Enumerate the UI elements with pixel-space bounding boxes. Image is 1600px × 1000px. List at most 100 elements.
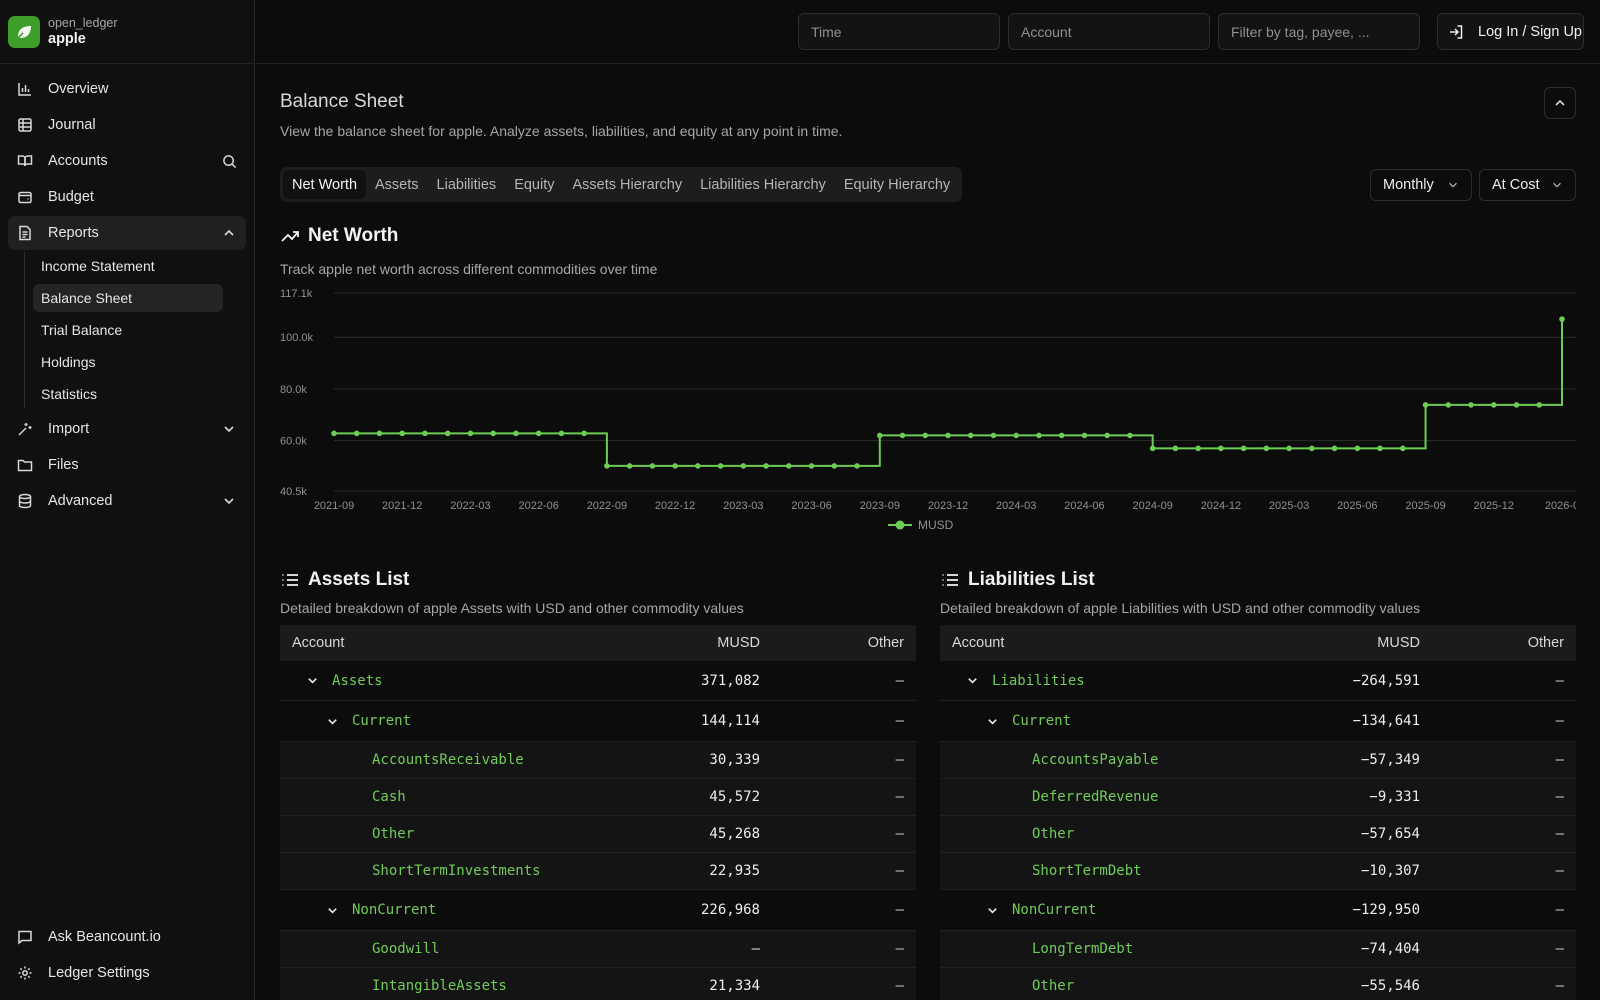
subnav-statistics[interactable]: Statistics xyxy=(33,380,223,408)
data-point xyxy=(808,463,815,469)
account-link[interactable]: DeferredRevenue xyxy=(1032,789,1158,805)
table-row[interactable]: Cash 45,572 – xyxy=(280,779,916,816)
table-row[interactable]: Other 45,268 – xyxy=(280,816,916,853)
account-cell: Assets xyxy=(280,673,606,689)
chevron-down-icon[interactable] xyxy=(322,904,342,917)
data-point xyxy=(1400,445,1406,452)
tab-equity[interactable]: Equity xyxy=(505,170,563,199)
account-link[interactable]: Liabilities xyxy=(992,673,1085,689)
data-point xyxy=(1263,445,1270,452)
login-icon xyxy=(1448,24,1464,40)
nav-import[interactable]: Import xyxy=(8,412,246,446)
data-point xyxy=(331,430,337,437)
nav-ask-beancount[interactable]: Ask Beancount.io xyxy=(8,920,247,954)
table-row[interactable]: IntangibleAssets 21,334 – xyxy=(280,968,916,1000)
account-link[interactable]: IntangibleAssets xyxy=(372,978,507,994)
table-row[interactable]: LongTermDebt −74,404 – xyxy=(940,931,1576,968)
account-link[interactable]: AccountsPayable xyxy=(1032,752,1158,768)
nav-journal[interactable]: Journal xyxy=(8,108,246,142)
table-row[interactable]: Other −57,654 – xyxy=(940,816,1576,853)
table-row[interactable]: DeferredRevenue −9,331 – xyxy=(940,779,1576,816)
login-button[interactable]: Log In / Sign Up xyxy=(1437,13,1584,50)
account-cell: Liabilities xyxy=(940,673,1266,689)
table-row[interactable]: Goodwill – – xyxy=(280,931,916,968)
account-link[interactable]: NonCurrent xyxy=(1012,902,1096,918)
musd-value: 22,935 xyxy=(709,863,760,879)
account-link[interactable]: Current xyxy=(352,713,411,729)
liabilities-list-title: Liabilities List xyxy=(968,569,1095,590)
table-row[interactable]: NonCurrent −129,950 – xyxy=(940,890,1576,931)
musd-value: −55,546 xyxy=(1360,978,1420,994)
column-header-other[interactable]: Other xyxy=(766,635,916,651)
subnav-balance-sheet[interactable]: Balance Sheet xyxy=(33,284,223,312)
nav-files[interactable]: Files xyxy=(8,448,246,482)
account-link[interactable]: Cash xyxy=(372,789,406,805)
column-header-account[interactable]: Account xyxy=(280,635,606,651)
account-link[interactable]: Other xyxy=(1032,826,1074,842)
tab-liabilities[interactable]: Liabilities xyxy=(428,170,506,199)
other-value: – xyxy=(1555,752,1564,768)
chevron-down-icon[interactable] xyxy=(982,715,1002,728)
collapse-header-button[interactable] xyxy=(1544,87,1576,119)
table-row[interactable]: AccountsReceivable 30,339 – xyxy=(280,742,916,779)
table-row[interactable]: ShortTermDebt −10,307 – xyxy=(940,853,1576,890)
time-filter-input[interactable]: Time xyxy=(798,13,1000,50)
chevron-up-icon[interactable] xyxy=(220,224,238,242)
valuation-select[interactable]: At Cost xyxy=(1479,169,1576,201)
ledger-switcher[interactable]: open_ledger apple xyxy=(0,0,254,64)
account-link[interactable]: Other xyxy=(1032,978,1074,994)
data-point xyxy=(376,430,383,437)
account-link[interactable]: ShortTermInvestments xyxy=(372,863,541,879)
data-point xyxy=(1309,445,1315,452)
column-header-account[interactable]: Account xyxy=(940,635,1266,651)
column-header-musd[interactable]: MUSD xyxy=(1266,635,1426,651)
report-tabs: Net Worth Assets Liabilities Equity Asse… xyxy=(280,167,963,202)
table-row[interactable]: ShortTermInvestments 22,935 – xyxy=(280,853,916,890)
nav-accounts[interactable]: Accounts xyxy=(8,144,246,178)
data-point xyxy=(1536,402,1543,408)
subnav-trial-balance[interactable]: Trial Balance xyxy=(33,316,223,344)
nav-overview[interactable]: Overview xyxy=(8,72,246,106)
interval-select-value: Monthly xyxy=(1383,177,1434,193)
table-row[interactable]: Assets 371,082 – xyxy=(280,661,916,701)
table-row[interactable]: NonCurrent 226,968 – xyxy=(280,890,916,931)
account-link[interactable]: LongTermDebt xyxy=(1032,941,1133,957)
tag-filter-input[interactable]: Filter by tag, payee, ... xyxy=(1218,13,1420,50)
nav-ledger-settings[interactable]: Ledger Settings xyxy=(8,956,247,990)
nav-advanced[interactable]: Advanced xyxy=(8,484,246,518)
account-link[interactable]: Goodwill xyxy=(372,941,439,957)
account-link[interactable]: Other xyxy=(372,826,414,842)
account-link[interactable]: Current xyxy=(1012,713,1071,729)
table-row[interactable]: Liabilities −264,591 – xyxy=(940,661,1576,701)
data-point xyxy=(1490,402,1497,408)
chevron-down-icon[interactable] xyxy=(962,674,982,687)
interval-select[interactable]: Monthly xyxy=(1370,169,1472,201)
other-value: – xyxy=(895,902,904,918)
table-row[interactable]: Other −55,546 – xyxy=(940,968,1576,1000)
tab-liabilities-hierarchy[interactable]: Liabilities Hierarchy xyxy=(691,170,835,199)
account-link[interactable]: Assets xyxy=(332,673,383,689)
nav-budget[interactable]: Budget xyxy=(8,180,246,214)
table-row[interactable]: Current 144,114 – xyxy=(280,701,916,742)
column-header-other[interactable]: Other xyxy=(1426,635,1576,651)
chevron-down-icon[interactable] xyxy=(322,715,342,728)
tab-assets[interactable]: Assets xyxy=(366,170,428,199)
chevron-down-icon[interactable] xyxy=(220,492,238,510)
account-link[interactable]: ShortTermDebt xyxy=(1032,863,1142,879)
subnav-income-statement[interactable]: Income Statement xyxy=(33,252,223,280)
subnav-holdings[interactable]: Holdings xyxy=(33,348,223,376)
column-header-musd[interactable]: MUSD xyxy=(606,635,766,651)
search-icon[interactable] xyxy=(220,152,238,170)
chevron-down-icon[interactable] xyxy=(220,420,238,438)
chevron-down-icon[interactable] xyxy=(982,904,1002,917)
nav-reports[interactable]: Reports xyxy=(8,216,246,250)
account-link[interactable]: AccountsReceivable xyxy=(372,752,524,768)
tab-equity-hierarchy[interactable]: Equity Hierarchy xyxy=(835,170,959,199)
account-filter-input[interactable]: Account xyxy=(1008,13,1210,50)
tab-net-worth[interactable]: Net Worth xyxy=(283,170,367,199)
account-link[interactable]: NonCurrent xyxy=(352,902,436,918)
table-row[interactable]: Current −134,641 – xyxy=(940,701,1576,742)
table-row[interactable]: AccountsPayable −57,349 – xyxy=(940,742,1576,779)
chevron-down-icon[interactable] xyxy=(302,674,322,687)
tab-assets-hierarchy[interactable]: Assets Hierarchy xyxy=(564,170,692,199)
